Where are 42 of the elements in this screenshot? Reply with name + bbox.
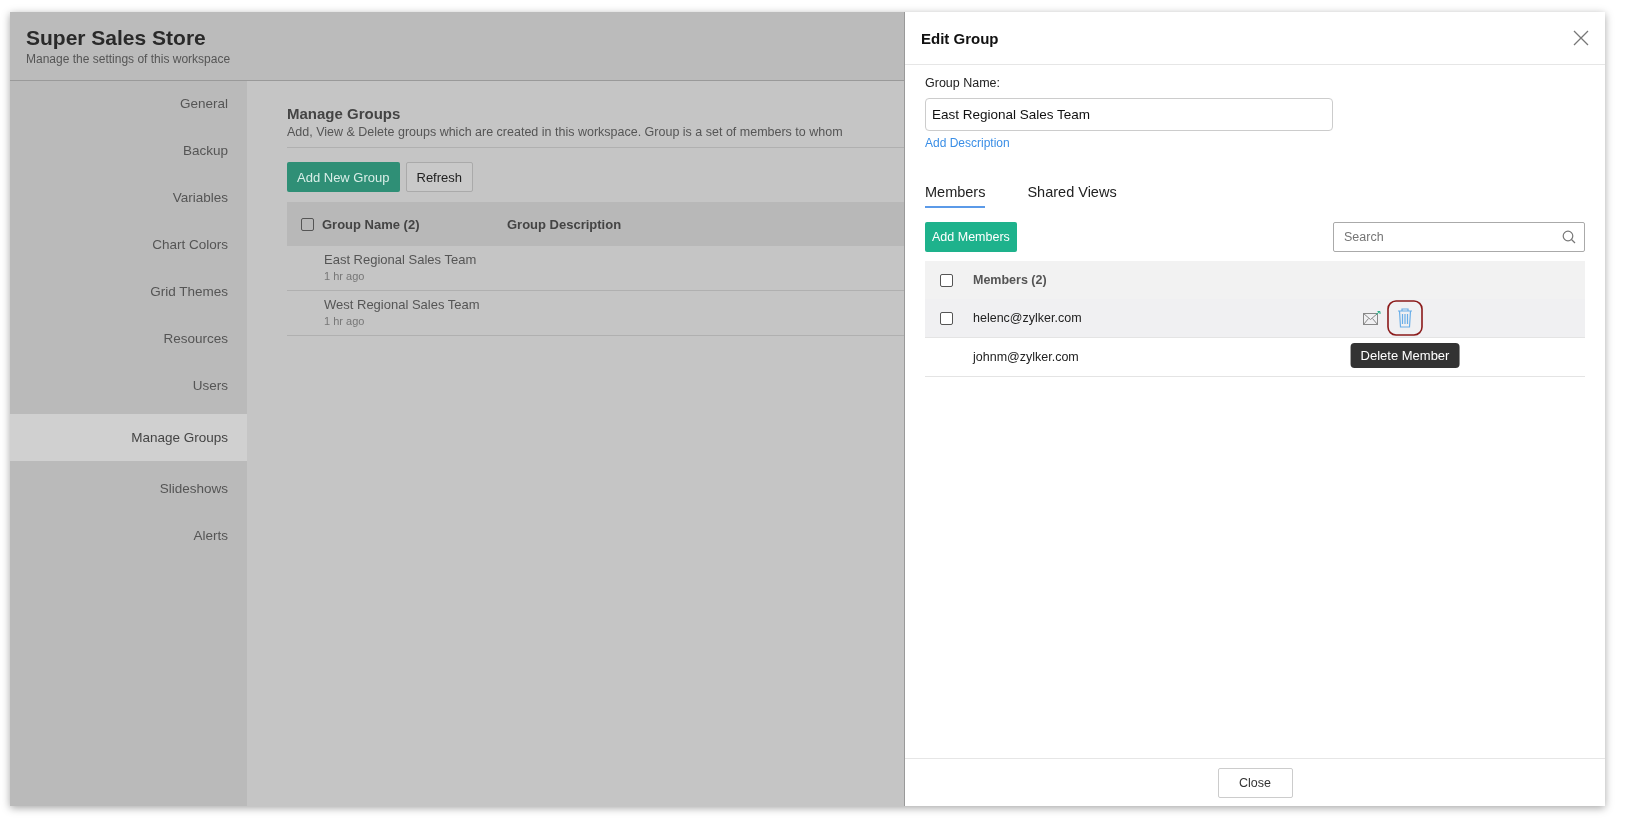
- sidebar-item[interactable]: Resources: [10, 320, 247, 367]
- group-name-field[interactable]: East Regional Sales Team: [925, 98, 1333, 131]
- panel-title: Edit Group: [921, 29, 999, 47]
- tab[interactable]: Shared Views: [1027, 184, 1117, 208]
- member-email: johnm@zylker.com: [973, 350, 1079, 364]
- sidebar-item[interactable]: Users: [10, 367, 247, 414]
- column-header: Group Name (2): [322, 216, 421, 232]
- search-field[interactable]: Search: [1333, 222, 1585, 252]
- timestamp: 1 hr ago: [324, 270, 366, 282]
- workspace-subtitle: Manage the settings of this workspace: [26, 52, 232, 66]
- sidebar-item[interactable]: Slideshows: [10, 461, 247, 508]
- field-label: Group Name:: [925, 76, 1002, 90]
- column-header: Members (2): [973, 273, 1047, 287]
- search-icon[interactable]: [1562, 230, 1576, 244]
- checkbox[interactable]: [301, 217, 314, 231]
- mail-icon[interactable]: [1363, 310, 1381, 325]
- section-title: Manage Groups: [287, 105, 402, 122]
- group-name[interactable]: West Regional Sales Team: [324, 297, 904, 312]
- sidebar-item[interactable]: Manage Groups: [10, 414, 247, 461]
- tooltip: Delete Member: [1350, 342, 1460, 368]
- sidebar-item[interactable]: Chart Colors: [10, 226, 247, 273]
- refresh-button[interactable]: Refresh: [405, 162, 474, 192]
- member-email: helenc@zylker.com: [973, 311, 1082, 325]
- sidebar-item[interactable]: Backup: [10, 132, 247, 179]
- column-header: Group Description: [507, 216, 622, 232]
- close-icon[interactable]: [1573, 30, 1589, 46]
- trash-icon[interactable]: [1387, 299, 1423, 336]
- group-name[interactable]: East Regional Sales Team: [324, 252, 904, 267]
- tab[interactable]: Members: [925, 184, 986, 208]
- sidebar-item[interactable]: General: [10, 85, 247, 132]
- add-description-link[interactable]: Add Description: [925, 136, 1010, 150]
- timestamp: 1 hr ago: [324, 315, 366, 327]
- workspace-title: Super Sales Store: [26, 26, 207, 50]
- sidebar-item[interactable]: Variables: [10, 179, 247, 226]
- sidebar-item[interactable]: Alerts: [10, 508, 247, 555]
- checkbox[interactable]: [940, 311, 953, 325]
- sidebar-item[interactable]: Grid Themes: [10, 273, 247, 320]
- checkbox[interactable]: [940, 273, 953, 287]
- add-members-button[interactable]: Add Members: [925, 222, 1017, 252]
- close-button[interactable]: Close: [1217, 767, 1293, 798]
- section-description: Add, View & Delete groups which are created in this workspace. Group is a set of members to whom: [287, 125, 844, 139]
- add-group-button[interactable]: Add New Group: [287, 162, 400, 192]
